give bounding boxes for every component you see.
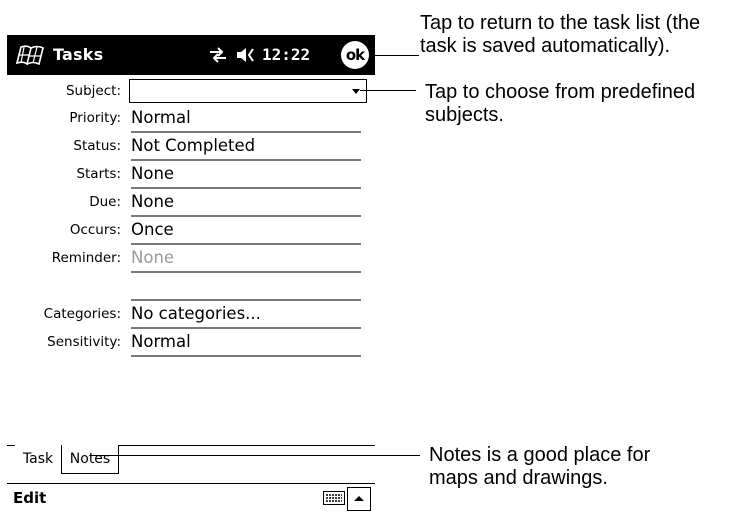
callout-ok-text: Tap to return to the task list (the task… <box>420 12 701 57</box>
categories-label: Categories: <box>43 306 121 322</box>
categories-row: Categories: No categories... <box>7 301 375 329</box>
status-label: Status: <box>73 138 121 154</box>
chevron-up-icon[interactable] <box>347 487 371 511</box>
title-bar: Tasks 12:22 ok <box>7 35 375 75</box>
ok-button[interactable]: ok <box>341 41 369 69</box>
starts-row: Starts: None <box>7 161 375 189</box>
status-field[interactable]: Not Completed <box>131 135 361 161</box>
edit-menu[interactable]: Edit <box>13 489 46 507</box>
priority-label: Priority: <box>69 110 121 126</box>
starts-field[interactable]: None <box>131 163 361 189</box>
status-row: Status: Not Completed <box>7 133 375 161</box>
priority-field[interactable]: Normal <box>131 107 361 133</box>
sensitivity-field[interactable]: Normal <box>131 331 361 357</box>
subject-combobox[interactable] <box>129 79 367 103</box>
callout-subject-text: Tap to choose from predefined subjects. <box>425 81 696 126</box>
pocket-pc-screen: Tasks 12:22 ok Subject: Priority: Normal… <box>7 35 375 512</box>
volume-icon[interactable] <box>235 45 257 65</box>
reminder-row: Reminder: None <box>7 245 375 273</box>
chevron-down-icon[interactable] <box>352 89 360 94</box>
tab-task[interactable]: Task <box>15 445 62 473</box>
categories-field[interactable]: No categories... <box>131 303 361 329</box>
starts-label: Starts: <box>76 166 121 182</box>
app-title: Tasks <box>53 45 104 64</box>
occurs-label: Occurs: <box>69 222 121 238</box>
callout-line-subject <box>360 90 416 91</box>
menu-bar: Edit <box>7 483 375 513</box>
callout-notes: Notes is a good place for maps and drawi… <box>429 444 650 490</box>
callout-line-notes <box>90 455 420 456</box>
due-row: Due: None <box>7 189 375 217</box>
subject-row: Subject: <box>7 78 375 106</box>
callout-subject: Tap to choose from predefined subjects. <box>425 81 695 127</box>
keyboard-icon[interactable] <box>323 491 345 505</box>
priority-row: Priority: Normal <box>7 105 375 133</box>
due-label: Due: <box>89 194 121 210</box>
reminder-field[interactable]: None <box>131 247 361 273</box>
reminder-label: Reminder: <box>51 250 121 266</box>
occurs-field[interactable]: Once <box>131 219 361 245</box>
due-field[interactable]: None <box>131 191 361 217</box>
callout-ok: Tap to return to the task list (the task… <box>420 12 700 58</box>
sensitivity-row: Sensitivity: Normal <box>7 329 375 357</box>
tab-notes[interactable]: Notes <box>61 445 119 474</box>
sensitivity-label: Sensitivity: <box>47 334 121 350</box>
callout-line-ok <box>373 55 419 56</box>
clock[interactable]: 12:22 <box>262 45 310 64</box>
windows-start-icon[interactable] <box>13 43 47 67</box>
subject-label: Subject: <box>65 83 121 99</box>
occurs-row: Occurs: Once <box>7 217 375 245</box>
callout-notes-text: Notes is a good place for maps and drawi… <box>429 444 651 489</box>
connectivity-icon[interactable] <box>207 45 229 65</box>
tab-strip: Task Notes <box>7 445 375 474</box>
